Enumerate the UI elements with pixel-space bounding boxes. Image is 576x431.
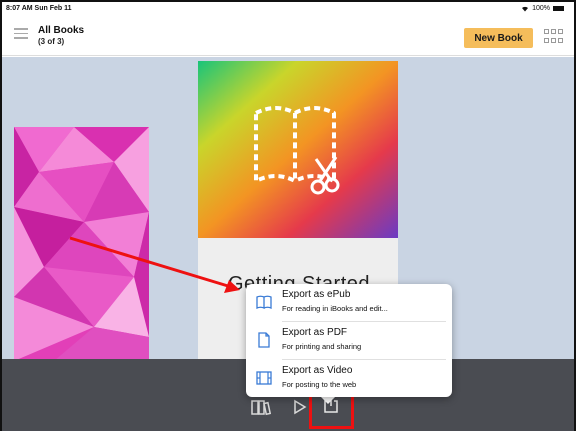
annotation-arrow: [69, 236, 240, 293]
app-window: 8:07 AM Sun Feb 11 100% All Books (3 of …: [0, 0, 576, 431]
